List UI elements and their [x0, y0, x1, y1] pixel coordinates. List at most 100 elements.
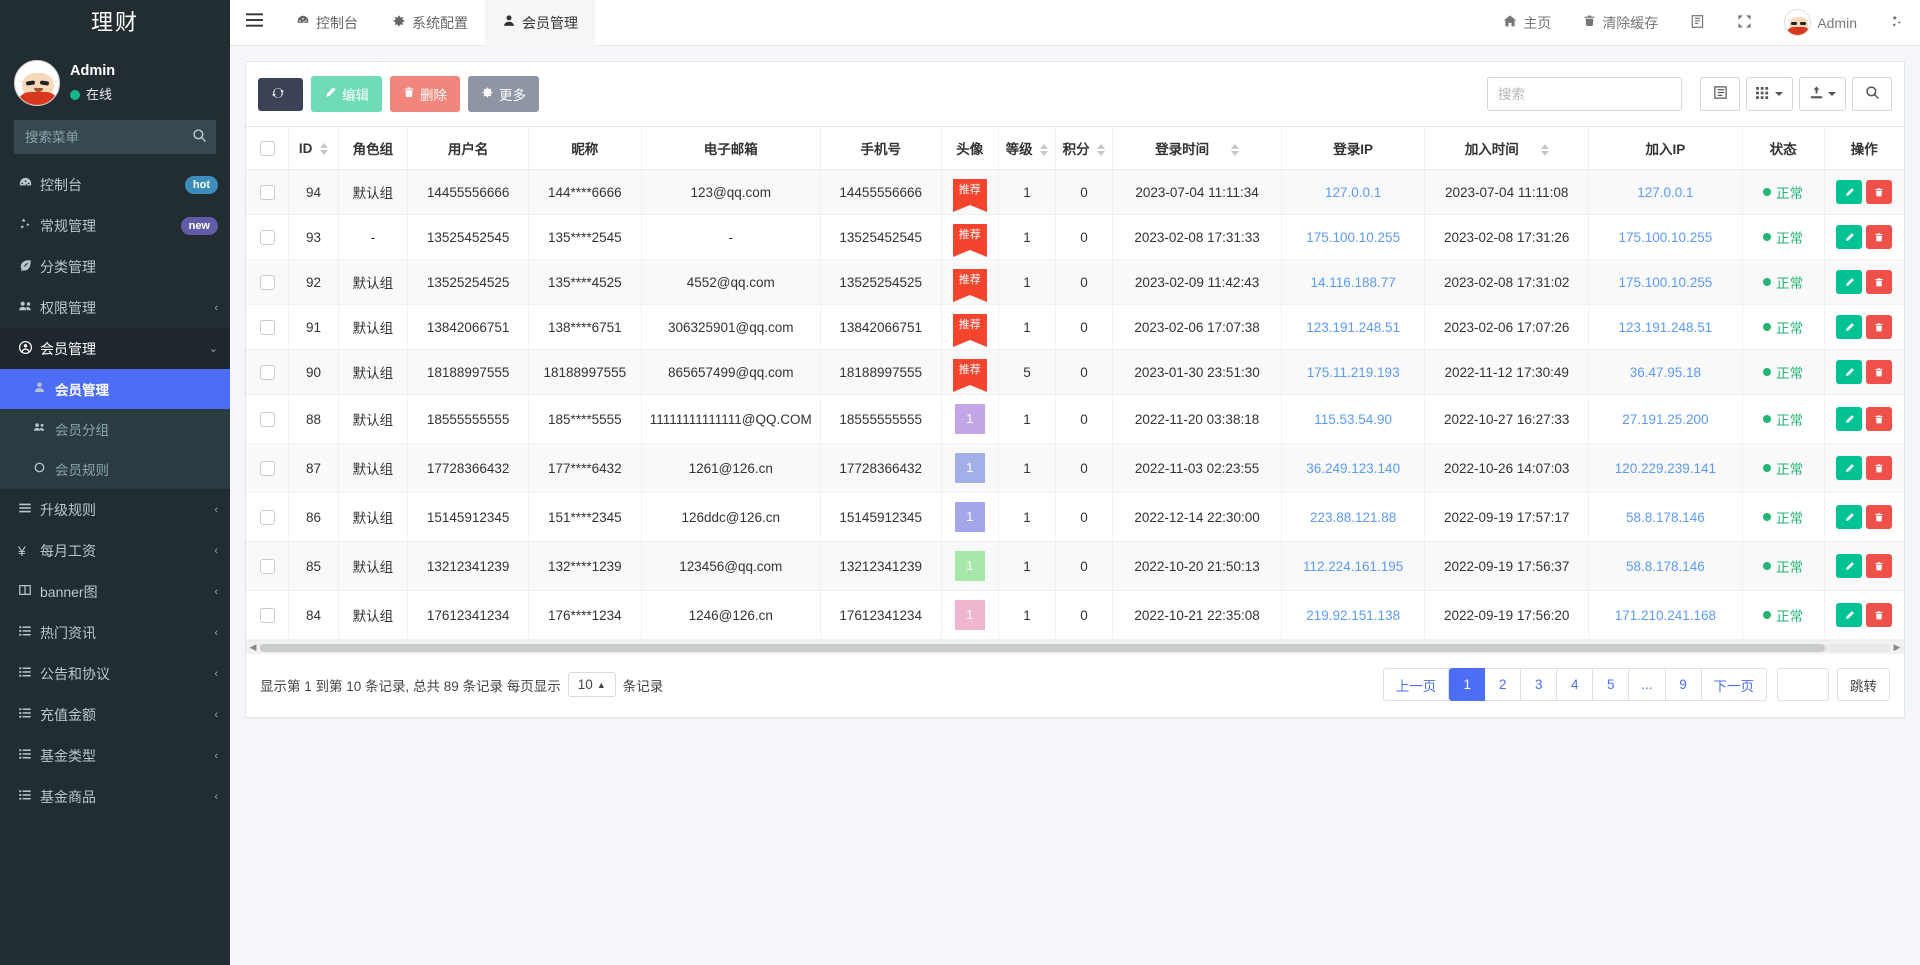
cell-login-ip[interactable]: 123.191.248.51 [1282, 305, 1425, 350]
search-button[interactable] [1852, 77, 1892, 111]
th-role[interactable]: 角色组 [338, 127, 408, 170]
row-delete-button[interactable] [1866, 180, 1892, 204]
ip-link[interactable]: 112.224.161.195 [1303, 559, 1403, 574]
sidebar-item-monthly-salary[interactable]: ¥ 每月工资 ‹ [0, 530, 230, 571]
page-size-selector[interactable]: 10 ▲ [568, 672, 616, 697]
cell-action[interactable] [1824, 591, 1904, 640]
cell-status[interactable]: 正常 [1742, 170, 1824, 215]
th-join-ip[interactable]: 加入IP [1589, 127, 1743, 170]
ip-link[interactable]: 127.0.0.1 [1325, 185, 1381, 200]
sidebar-item-member-management[interactable]: 会员管理 ⌄ [0, 328, 230, 369]
ip-link[interactable]: 175.100.10.255 [1618, 275, 1712, 290]
cell-login-ip[interactable]: 14.116.188.77 [1282, 260, 1425, 305]
th-level[interactable]: 等级 [998, 127, 1055, 170]
cell-select[interactable] [246, 444, 289, 493]
row-delete-button[interactable] [1866, 456, 1892, 480]
table-row[interactable]: 91默认组13842066751138****6751306325901@qq.… [246, 305, 1904, 350]
page-button-4[interactable]: 4 [1557, 668, 1593, 701]
tab-dashboard[interactable]: 控制台 [279, 0, 375, 46]
sidebar-item-member-group[interactable]: 会员分组 [0, 409, 230, 449]
tab-system-config[interactable]: 系统配置 [375, 0, 485, 46]
ip-link[interactable]: 175.11.219.193 [1307, 365, 1400, 380]
th-username[interactable]: 用户名 [408, 127, 529, 170]
sidebar-item-permission[interactable]: 权限管理 ‹ [0, 287, 230, 328]
cell-select[interactable] [246, 542, 289, 591]
th-mobile[interactable]: 手机号 [820, 127, 941, 170]
next-page-button[interactable]: 下一页 [1702, 668, 1768, 701]
row-checkbox[interactable] [260, 185, 275, 200]
cell-status[interactable]: 正常 [1742, 395, 1824, 444]
sort-icon[interactable] [320, 143, 328, 155]
home-button[interactable]: 主页 [1487, 0, 1567, 46]
sidebar-item-fund-product[interactable]: 基金商品 ‹ [0, 776, 230, 817]
cell-login-ip[interactable]: 175.100.10.255 [1282, 215, 1425, 260]
cell-login-ip[interactable]: 223.88.121.88 [1282, 493, 1425, 542]
cell-select[interactable] [246, 260, 289, 305]
cell-status[interactable]: 正常 [1742, 305, 1824, 350]
sidebar-item-dashboard[interactable]: 控制台 hot [0, 164, 230, 205]
sidebar-item-recharge-amount[interactable]: 充值金额 ‹ [0, 694, 230, 735]
jump-page-input[interactable] [1777, 668, 1829, 701]
cell-action[interactable] [1824, 542, 1904, 591]
cell-action[interactable] [1824, 395, 1904, 444]
scroll-right-icon[interactable]: ▶ [1890, 642, 1904, 653]
cell-status[interactable]: 正常 [1742, 444, 1824, 493]
cell-select[interactable] [246, 493, 289, 542]
row-edit-button[interactable] [1836, 554, 1862, 578]
ip-link[interactable]: 36.249.123.140 [1306, 461, 1400, 476]
row-delete-button[interactable] [1866, 407, 1892, 431]
cell-login-ip[interactable]: 36.249.123.140 [1282, 444, 1425, 493]
cell-join-ip[interactable]: 36.47.95.18 [1589, 350, 1743, 395]
row-checkbox[interactable] [260, 461, 275, 476]
cell-select[interactable] [246, 395, 289, 444]
cell-login-ip[interactable]: 219.92.151.138 [1282, 591, 1425, 640]
th-points[interactable]: 积分 [1056, 127, 1113, 170]
th-login-time[interactable]: 登录时间 [1113, 127, 1282, 170]
account-menu[interactable]: Admin [1768, 0, 1873, 46]
cell-action[interactable] [1824, 305, 1904, 350]
table-row[interactable]: 94默认组14455556666144****6666123@qq.com144… [246, 170, 1904, 215]
row-delete-button[interactable] [1866, 315, 1892, 339]
ip-link[interactable]: 223.88.121.88 [1310, 510, 1396, 525]
row-checkbox[interactable] [260, 412, 275, 427]
ip-link[interactable]: 27.191.25.200 [1622, 412, 1708, 427]
ip-link[interactable]: 219.92.151.138 [1306, 608, 1400, 623]
window-button[interactable] [1674, 0, 1721, 46]
cell-join-ip[interactable]: 123.191.248.51 [1589, 305, 1743, 350]
row-edit-button[interactable] [1836, 456, 1862, 480]
row-edit-button[interactable] [1836, 270, 1862, 294]
clear-cache-button[interactable]: 清除缓存 [1567, 0, 1674, 46]
row-edit-button[interactable] [1836, 603, 1862, 627]
cell-join-ip[interactable]: 27.191.25.200 [1589, 395, 1743, 444]
th-id[interactable]: ID [289, 127, 338, 170]
sidebar-item-member-list[interactable]: 会员管理 [0, 369, 230, 409]
fullscreen-button[interactable] [1721, 0, 1768, 46]
th-email[interactable]: 电子邮箱 [641, 127, 820, 170]
edit-button[interactable]: 编辑 [311, 76, 382, 112]
cell-action[interactable] [1824, 350, 1904, 395]
sidebar-item-fund-type[interactable]: 基金类型 ‹ [0, 735, 230, 776]
scroll-left-icon[interactable]: ◀ [246, 642, 260, 653]
page-button-1[interactable]: 1 [1449, 668, 1485, 701]
sidebar-item-member-rules[interactable]: 会员规则 [0, 449, 230, 489]
row-delete-button[interactable] [1866, 225, 1892, 249]
cell-select[interactable] [246, 215, 289, 260]
prev-page-button[interactable]: 上一页 [1383, 668, 1450, 701]
jump-button[interactable]: 跳转 [1837, 668, 1890, 701]
grid-toggle-button[interactable] [1746, 77, 1793, 111]
sidebar-search[interactable] [14, 120, 216, 154]
scrollbar-track[interactable] [260, 644, 1890, 652]
row-checkbox[interactable] [260, 559, 275, 574]
row-checkbox[interactable] [260, 275, 275, 290]
row-delete-button[interactable] [1866, 270, 1892, 294]
cell-status[interactable]: 正常 [1742, 215, 1824, 260]
table-row[interactable]: 84默认组17612341234176****12341246@126.cn17… [246, 591, 1904, 640]
cell-action[interactable] [1824, 170, 1904, 215]
row-edit-button[interactable] [1836, 180, 1862, 204]
th-avatar[interactable]: 头像 [941, 127, 998, 170]
row-edit-button[interactable] [1836, 407, 1862, 431]
table-row[interactable]: 87默认组17728366432177****64321261@126.cn17… [246, 444, 1904, 493]
cell-action[interactable] [1824, 493, 1904, 542]
row-checkbox[interactable] [260, 320, 275, 335]
hamburger-icon[interactable] [230, 0, 279, 46]
